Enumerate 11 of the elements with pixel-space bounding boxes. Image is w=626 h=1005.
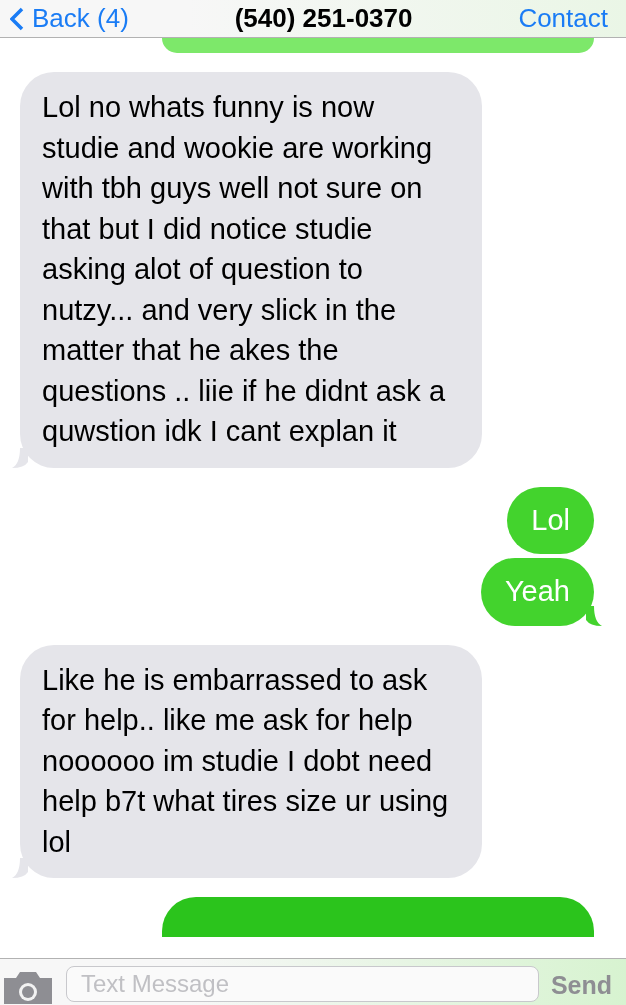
bubble-tail-icon: [12, 858, 28, 878]
contact-number: (540) 251-0370: [234, 3, 413, 34]
back-button[interactable]: Back (4): [10, 3, 129, 34]
chevron-left-icon: [10, 6, 24, 31]
camera-icon: [2, 972, 54, 1004]
message-field[interactable]: Text Message: [66, 966, 539, 1002]
bubble-tail-icon: [12, 447, 28, 468]
send-button[interactable]: Send: [550, 966, 612, 999]
contact-button[interactable]: Contact: [518, 3, 608, 34]
bubble-tail-icon: [586, 605, 602, 626]
message-bubble: Lol: [507, 486, 594, 554]
